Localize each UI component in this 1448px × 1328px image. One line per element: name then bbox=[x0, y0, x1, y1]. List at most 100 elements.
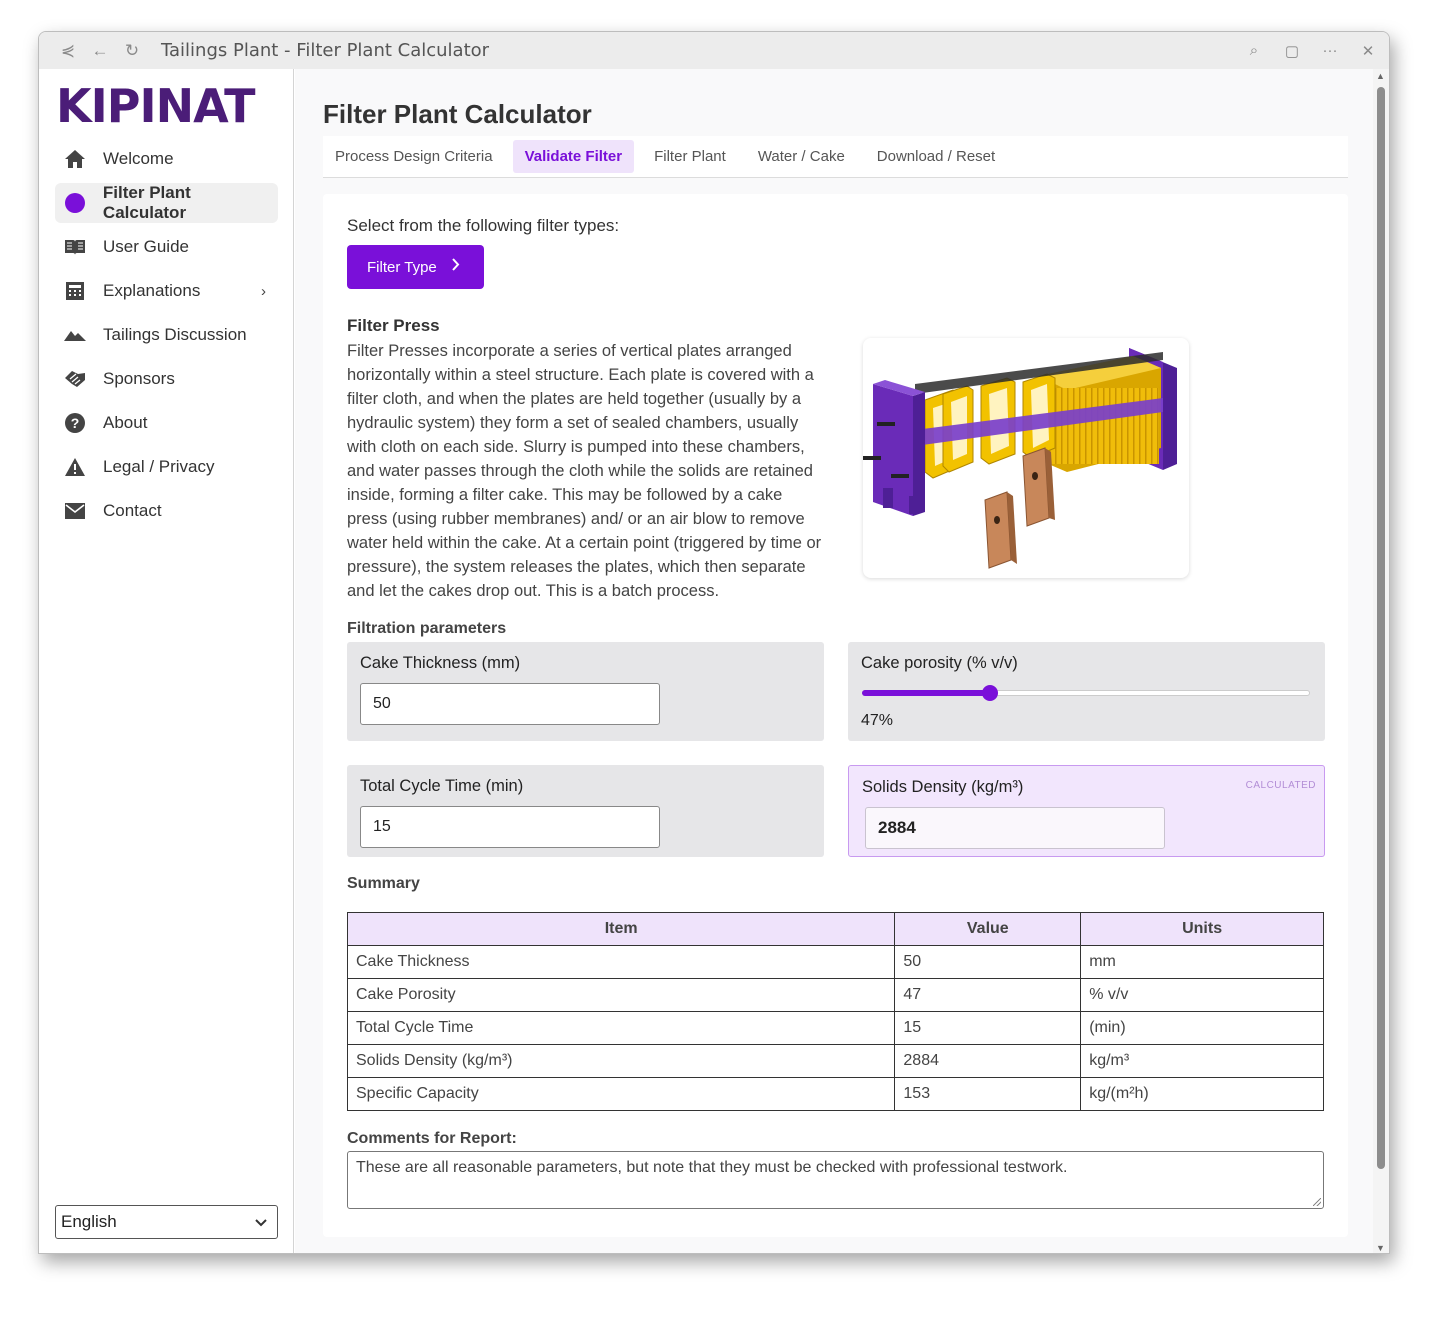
scrollbar-thumb[interactable] bbox=[1377, 87, 1385, 1169]
cake-porosity-label: Cake porosity (% v/v) bbox=[861, 654, 1018, 672]
handshake-icon bbox=[63, 367, 87, 391]
sidebar-item-label: About bbox=[103, 413, 148, 432]
resize-handle[interactable] bbox=[1313, 1198, 1321, 1206]
sidebar-item-label: Contact bbox=[103, 501, 162, 520]
help-circle-icon: ? bbox=[63, 411, 87, 435]
table-header-value: Value bbox=[894, 912, 1082, 946]
filter-press-heading: Filter Press bbox=[347, 316, 440, 335]
home-icon bbox=[63, 147, 87, 171]
language-select[interactable]: English bbox=[55, 1205, 278, 1239]
sidebar-item-explanations[interactable]: Explanations › bbox=[55, 271, 278, 311]
table-row: Cake Thickness 50 mm bbox=[346, 945, 1324, 979]
table-cell: Solids Density (kg/m³) bbox=[346, 1044, 896, 1078]
sidebar-item-contact[interactable]: Contact bbox=[55, 491, 278, 531]
table-cell: (min) bbox=[1080, 1011, 1324, 1045]
table-cell: Cake Porosity bbox=[346, 978, 896, 1012]
collapse-icon[interactable]: ⋞ bbox=[57, 41, 79, 61]
tab-process-design-criteria[interactable]: Process Design Criteria bbox=[323, 140, 505, 173]
sidebar-item-legal-privacy[interactable]: Legal / Privacy bbox=[55, 447, 278, 487]
scroll-up-icon[interactable]: ▲ bbox=[1376, 71, 1385, 81]
cycle-time-label: Total Cycle Time (min) bbox=[360, 777, 524, 795]
cake-porosity-slider-handle[interactable] bbox=[981, 685, 998, 701]
filter-type-button-label: Filter Type bbox=[367, 258, 437, 276]
scroll-down-icon[interactable]: ▼ bbox=[1376, 1243, 1385, 1253]
summary-table: Item Value Units Cake Thickness 50 mm Ca… bbox=[346, 912, 1324, 1111]
table-cell: % v/v bbox=[1080, 978, 1324, 1012]
chevron-right-icon: › bbox=[261, 282, 266, 300]
cake-thickness-label: Cake Thickness (mm) bbox=[360, 654, 521, 672]
window-title: Tailings Plant - Filter Plant Calculator bbox=[161, 40, 490, 61]
table-cell: mm bbox=[1080, 945, 1324, 979]
tab-validate-filter[interactable]: Validate Filter bbox=[512, 140, 635, 173]
cake-thickness-box: Cake Thickness (mm) 50 bbox=[347, 642, 824, 741]
table-cell: kg/(m²h) bbox=[1080, 1077, 1324, 1111]
sidebar-item-label: Explanations bbox=[103, 281, 201, 300]
tab-download-reset[interactable]: Download / Reset bbox=[865, 140, 1007, 173]
table-cell: kg/m³ bbox=[1080, 1044, 1324, 1078]
filtration-parameters-heading: Filtration parameters bbox=[347, 620, 507, 637]
chevron-down-icon bbox=[255, 1214, 267, 1230]
filter-press-illustration bbox=[863, 338, 1189, 578]
table-row: Solids Density (kg/m³) 2884 kg/m³ bbox=[346, 1044, 1324, 1078]
warning-icon bbox=[63, 455, 87, 479]
sidebar-item-label: User Guide bbox=[103, 237, 189, 256]
cake-porosity-slider-fill bbox=[862, 690, 990, 696]
svg-text:?: ? bbox=[71, 415, 80, 431]
sidebar-item-label: Tailings Discussion bbox=[103, 325, 247, 344]
sidebar-item-welcome[interactable]: Welcome bbox=[55, 139, 278, 179]
validate-filter-panel: Select from the following filter types: … bbox=[323, 194, 1348, 1237]
mountain-icon bbox=[63, 323, 87, 347]
sidebar-item-filter-plant-calculator[interactable]: Filter Plant Calculator bbox=[55, 183, 278, 223]
table-cell: 15 bbox=[894, 1011, 1082, 1045]
language-value: English bbox=[61, 1212, 117, 1231]
chevron-right-icon bbox=[451, 258, 460, 276]
kipinat-logo[interactable]: KIPINAT bbox=[56, 81, 255, 131]
dot-icon bbox=[63, 191, 87, 215]
close-icon[interactable]: ✕ bbox=[1357, 42, 1379, 60]
cake-porosity-value: 47% bbox=[861, 712, 894, 729]
sidebar-item-user-guide[interactable]: User Guide bbox=[55, 227, 278, 267]
sidebar-item-about[interactable]: ? About bbox=[55, 403, 278, 443]
mail-icon bbox=[63, 499, 87, 523]
filter-press-description: Filter Presses incorporate a series of v… bbox=[347, 342, 822, 600]
table-cell: 2884 bbox=[894, 1044, 1082, 1078]
zoom-icon[interactable]: ⌕ bbox=[1243, 42, 1265, 60]
sidebar-item-label: Sponsors bbox=[103, 369, 175, 388]
table-cell: Cake Thickness bbox=[346, 945, 896, 979]
cake-thickness-input[interactable]: 50 bbox=[360, 683, 660, 725]
comments-text: These are all reasonable parameters, but… bbox=[356, 1159, 1068, 1176]
tab-filter-plant[interactable]: Filter Plant bbox=[642, 140, 738, 173]
table-row: Cake Porosity 47 % v/v bbox=[346, 978, 1324, 1012]
main-scrollbar[interactable]: ▲ ▼ bbox=[1373, 69, 1389, 1253]
app-icon[interactable]: ▢ bbox=[1281, 42, 1303, 60]
sidebar-item-tailings-discussion[interactable]: Tailings Discussion bbox=[55, 315, 278, 355]
sidebar-item-sponsors[interactable]: Sponsors bbox=[55, 359, 278, 399]
comments-label: Comments for Report: bbox=[347, 1130, 517, 1147]
cycle-time-input[interactable]: 15 bbox=[360, 806, 660, 848]
more-icon[interactable]: ··· bbox=[1319, 42, 1341, 60]
table-cell: Total Cycle Time bbox=[346, 1011, 896, 1045]
sidebar-menu: Welcome Filter Plant Calculator User Gui… bbox=[55, 139, 278, 535]
sidebar-item-label: Legal / Privacy bbox=[103, 457, 215, 476]
table-header-item: Item bbox=[346, 912, 896, 946]
sidebar-item-label: Welcome bbox=[103, 149, 174, 168]
filter-type-prompt: Select from the following filter types: bbox=[347, 216, 620, 235]
main-content: Filter Plant Calculator Process Design C… bbox=[295, 69, 1375, 1253]
table-header-units: Units bbox=[1080, 912, 1324, 946]
title-bar: ⋞ ← ↻ Tailings Plant - Filter Plant Calc… bbox=[39, 32, 1389, 69]
solids-density-label: Solids Density (kg/m³) bbox=[862, 778, 1024, 796]
table-cell: 153 bbox=[894, 1077, 1082, 1111]
filter-type-button[interactable]: Filter Type bbox=[347, 245, 484, 289]
table-row: Specific Capacity 153 kg/(m²h) bbox=[346, 1077, 1324, 1111]
back-arrow-icon[interactable]: ← bbox=[89, 41, 111, 61]
refresh-icon[interactable]: ↻ bbox=[121, 41, 143, 61]
solids-density-value: 2884 bbox=[865, 807, 1165, 849]
book-icon bbox=[63, 235, 87, 259]
tab-water-cake[interactable]: Water / Cake bbox=[746, 140, 857, 173]
calculated-badge: CALCULATED bbox=[1245, 780, 1316, 791]
browser-window: ⋞ ← ↻ Tailings Plant - Filter Plant Calc… bbox=[38, 31, 1390, 1254]
table-header-row: Item Value Units bbox=[346, 912, 1324, 946]
comments-textarea[interactable]: These are all reasonable parameters, but… bbox=[347, 1151, 1324, 1209]
sidebar: KIPINAT Welcome Filter Plant Calculator … bbox=[39, 69, 294, 1253]
table-cell: 50 bbox=[894, 945, 1082, 979]
